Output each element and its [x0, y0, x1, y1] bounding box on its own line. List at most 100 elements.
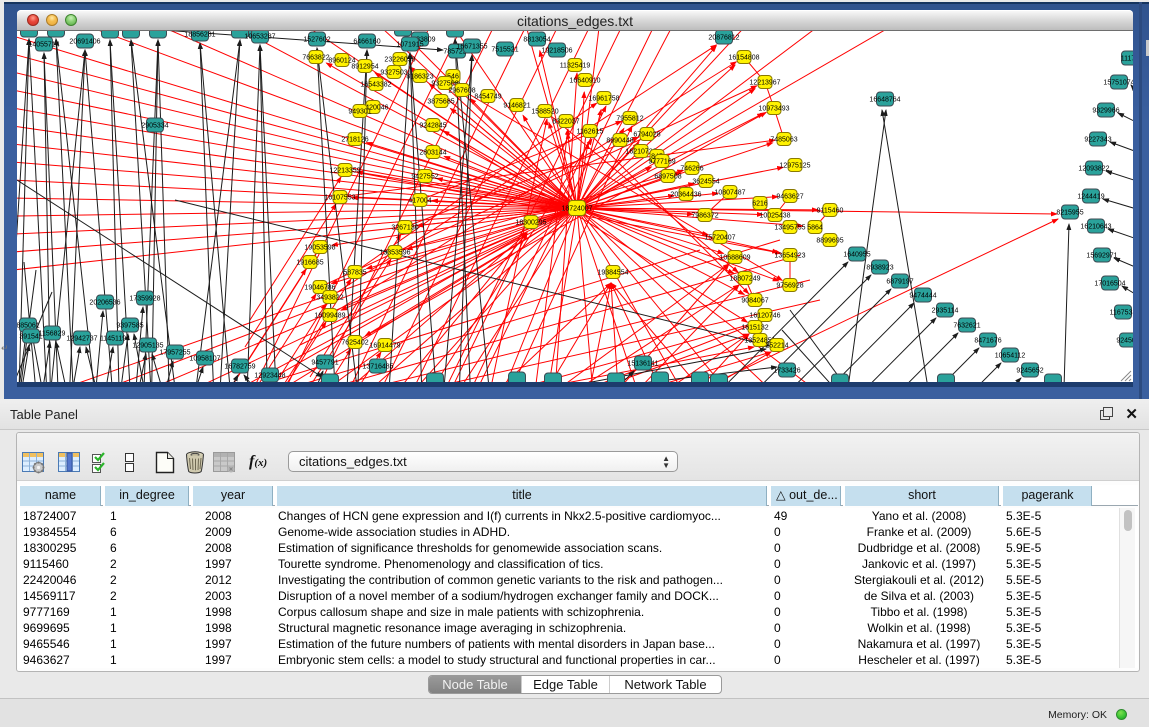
- svg-text:1167533: 1167533: [1110, 310, 1133, 317]
- svg-text:3493822: 3493822: [316, 295, 343, 302]
- svg-text:252214: 252214: [765, 343, 788, 350]
- svg-text:8938923: 8938923: [866, 265, 893, 272]
- svg-text:15751074: 15751074: [1103, 80, 1133, 87]
- svg-text:16154808: 16154808: [728, 55, 759, 62]
- svg-text:9227343: 9227343: [1084, 137, 1111, 144]
- svg-text:10973493: 10973493: [758, 106, 789, 113]
- svg-text:7485063: 7485063: [770, 137, 797, 144]
- svg-text:2718126: 2718126: [341, 137, 368, 144]
- svg-text:10025438: 10025438: [759, 213, 790, 220]
- svg-text:7955812: 7955812: [616, 116, 643, 123]
- svg-text:16782759: 16782759: [224, 364, 255, 371]
- svg-text:1588520: 1588520: [531, 109, 558, 116]
- svg-text:6216: 6216: [752, 201, 768, 208]
- svg-text:11451194: 11451194: [100, 336, 130, 343]
- svg-text:2935114: 2935114: [932, 308, 959, 315]
- svg-text:19384554: 19384554: [597, 270, 628, 277]
- svg-text:1156829: 1156829: [39, 331, 66, 338]
- svg-text:7986372: 7986372: [691, 213, 718, 220]
- svg-text:15136141: 15136141: [627, 361, 658, 368]
- svg-text:8186323: 8186323: [406, 74, 433, 81]
- svg-text:15692971: 15692971: [1086, 253, 1117, 260]
- svg-text:23226058: 23226058: [384, 57, 415, 64]
- svg-text:16671355: 16671355: [456, 44, 487, 51]
- svg-text:19053598: 19053598: [304, 245, 335, 252]
- svg-text:8912954: 8912954: [351, 64, 378, 71]
- svg-text:3267130: 3267130: [391, 225, 418, 232]
- svg-text:10654112: 10654112: [995, 353, 1026, 360]
- svg-text:8990448: 8990448: [606, 138, 633, 145]
- svg-text:20206536: 20206536: [89, 300, 120, 307]
- svg-text:9115460: 9115460: [817, 208, 844, 215]
- svg-text:16210643: 16210643: [1080, 224, 1111, 231]
- svg-text:9756928: 9756928: [776, 283, 803, 290]
- svg-text:949301: 949301: [348, 109, 371, 116]
- svg-text:18807249: 18807249: [729, 276, 760, 283]
- svg-text:10653287: 10653287: [244, 34, 275, 41]
- svg-text:15720407: 15720407: [704, 235, 735, 242]
- svg-text:9474444: 9474444: [909, 293, 936, 300]
- svg-text:9427552: 9427552: [411, 174, 438, 181]
- svg-text:6879197: 6879197: [886, 279, 913, 286]
- svg-text:10688609: 10688609: [719, 255, 750, 262]
- svg-text:12213359: 12213359: [329, 168, 360, 175]
- svg-text:12975125: 12975125: [779, 163, 810, 170]
- svg-text:16640910: 16640910: [569, 78, 600, 85]
- svg-text:12923448: 12923448: [254, 373, 285, 380]
- svg-text:20364436: 20364436: [670, 192, 701, 199]
- svg-text:18724007: 18724007: [561, 206, 592, 213]
- svg-text:11325419: 11325419: [560, 63, 591, 70]
- svg-text:12942737: 12942737: [66, 336, 97, 343]
- svg-text:17359928: 17359928: [129, 296, 160, 303]
- svg-text:1527602: 1527602: [303, 37, 330, 44]
- svg-text:417004: 417004: [408, 198, 431, 205]
- svg-text:17957255: 17957255: [159, 350, 190, 357]
- svg-text:16961758: 16961758: [588, 96, 619, 103]
- svg-text:19218506: 19218506: [541, 48, 572, 55]
- svg-text:9463627: 9463627: [776, 194, 803, 201]
- svg-text:16648764: 16648764: [869, 97, 900, 104]
- svg-text:9397585: 9397585: [116, 323, 143, 330]
- svg-text:8454749: 8454749: [474, 94, 501, 101]
- svg-text:9327503: 9327503: [380, 70, 407, 77]
- svg-text:8322037: 8322037: [552, 119, 579, 126]
- svg-text:746266: 746266: [680, 166, 703, 173]
- svg-text:7625402: 7625402: [341, 340, 368, 347]
- svg-text:5864: 5864: [807, 225, 823, 232]
- svg-text:1640955: 1640955: [843, 252, 870, 259]
- svg-text:7515521: 7515521: [491, 47, 518, 54]
- svg-text:9242845: 9242845: [419, 123, 446, 130]
- svg-text:9777169: 9777169: [648, 159, 675, 166]
- svg-text:9084067: 9084067: [741, 298, 768, 305]
- svg-text:587835: 587835: [343, 270, 366, 277]
- svg-text:9457791: 9457791: [311, 360, 338, 367]
- svg-text:2967608: 2967608: [448, 88, 475, 95]
- svg-text:16120746: 16120746: [749, 313, 780, 320]
- svg-text:924502: 924502: [1116, 338, 1133, 345]
- svg-text:16099489: 16099489: [314, 313, 345, 320]
- svg-text:18856281: 18856281: [184, 32, 215, 39]
- svg-text:13353596: 13353596: [379, 250, 410, 257]
- svg-text:13716485: 13716485: [362, 364, 393, 371]
- svg-text:2803144: 2803144: [419, 150, 446, 157]
- svg-text:8215955: 8215955: [1056, 210, 1083, 217]
- svg-text:1615132: 1615132: [741, 325, 768, 332]
- svg-text:6466160: 6466160: [353, 39, 380, 46]
- svg-text:18300295: 18300295: [515, 220, 546, 227]
- svg-text:12213967: 12213967: [749, 80, 780, 87]
- svg-text:8813054: 8813054: [523, 37, 550, 44]
- svg-text:17016504: 17016504: [1094, 281, 1125, 288]
- svg-text:7632621: 7632621: [953, 323, 980, 330]
- svg-text:20876812: 20876812: [708, 35, 739, 42]
- svg-text:6794028: 6794028: [633, 132, 660, 139]
- svg-text:12905135: 12905135: [132, 343, 163, 350]
- svg-text:2905334: 2905334: [141, 123, 168, 130]
- svg-text:3624554: 3624554: [692, 179, 719, 186]
- svg-text:16914479: 16914479: [369, 343, 400, 350]
- svg-text:8471676: 8471676: [974, 338, 1001, 345]
- svg-text:9146821: 9146821: [503, 103, 530, 110]
- svg-text:3875685: 3875685: [427, 99, 454, 106]
- svg-text:6897508: 6897508: [654, 174, 681, 181]
- svg-text:16543382: 16543382: [360, 82, 391, 89]
- svg-text:16107553: 16107553: [324, 195, 355, 202]
